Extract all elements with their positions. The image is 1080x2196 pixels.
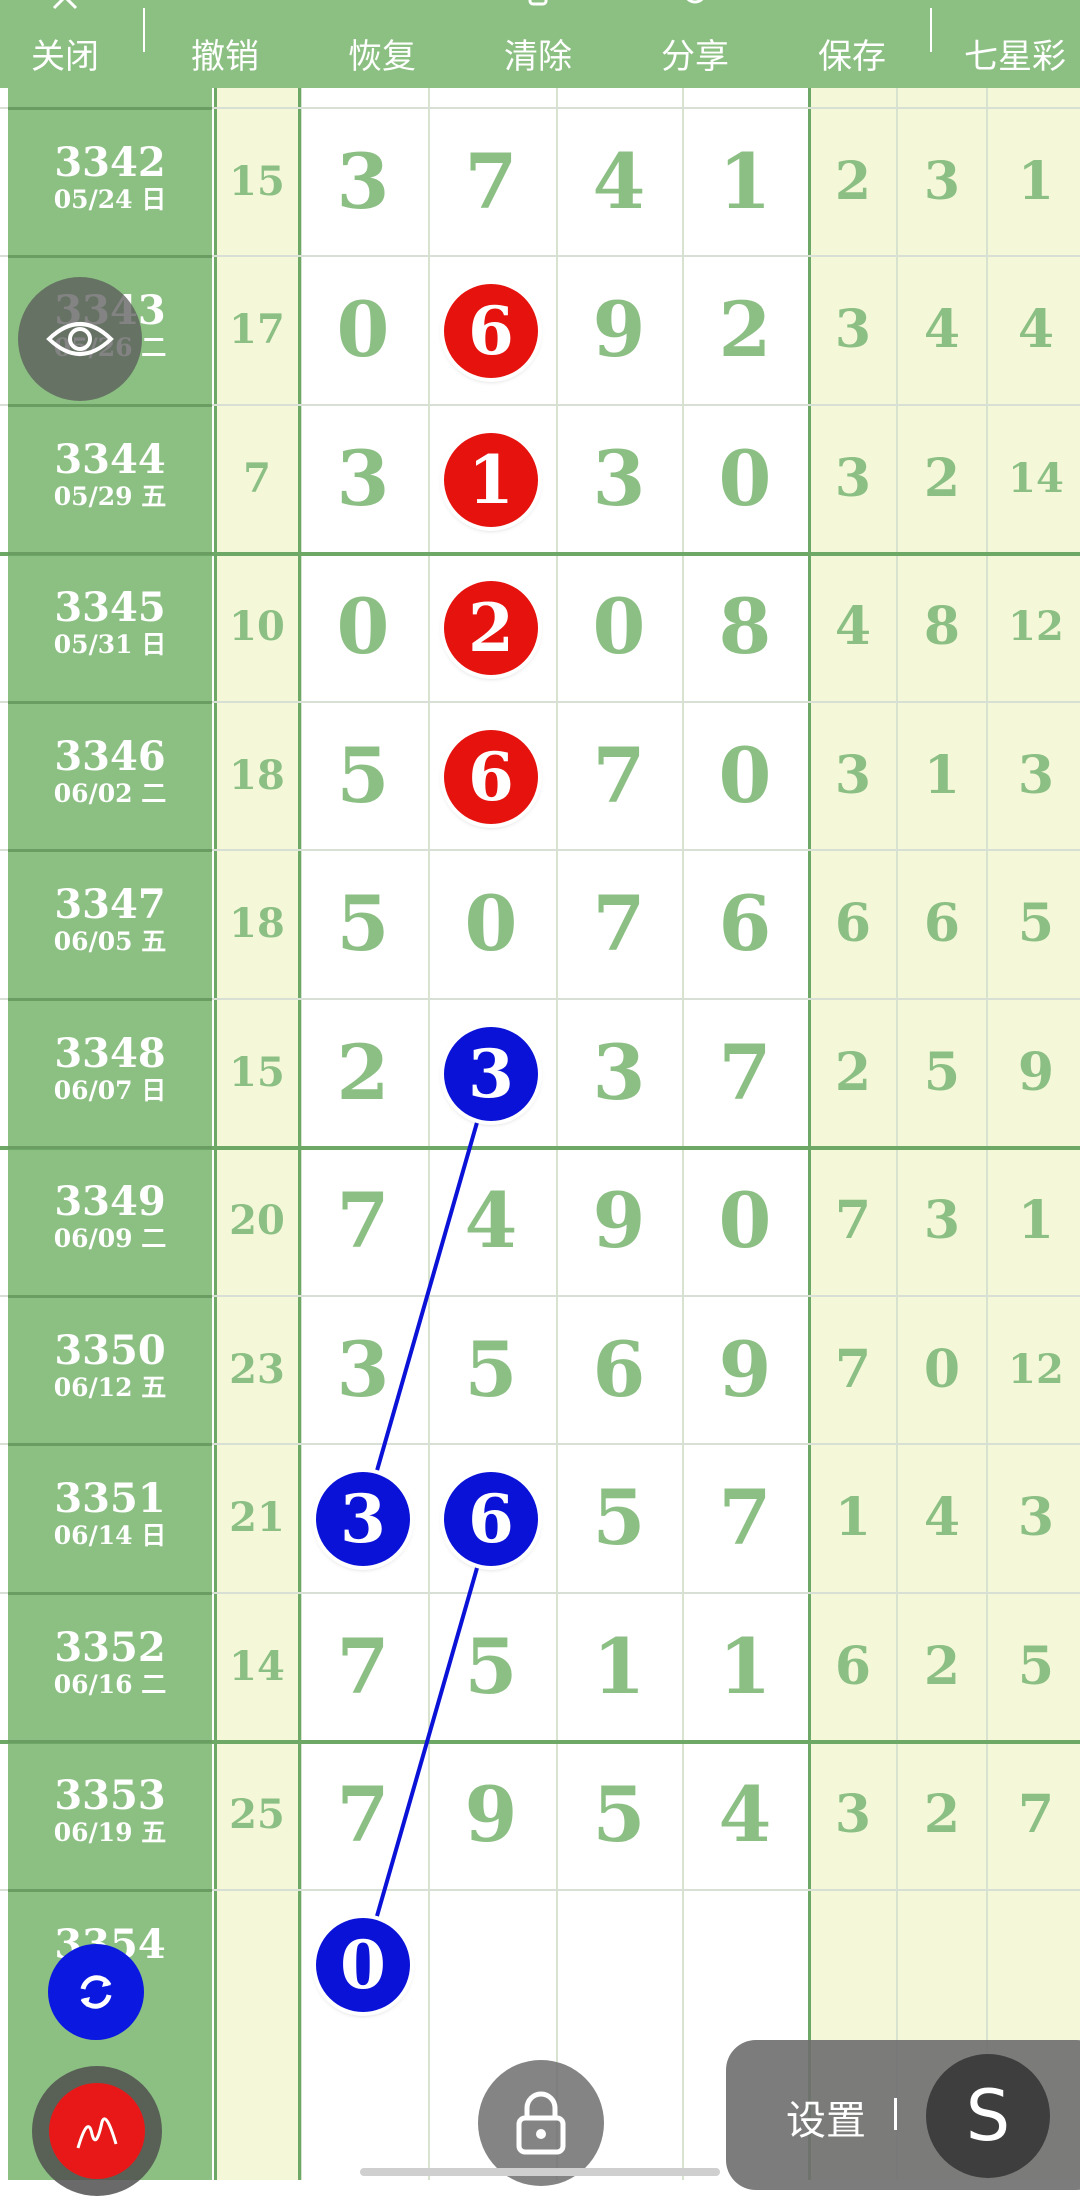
highlight-ball[interactable]: 1	[444, 433, 538, 527]
highlight-ball[interactable]: 6	[444, 284, 538, 378]
share-button[interactable]: 分享	[640, 0, 750, 88]
share-icon	[686, 0, 704, 4]
highlight-ball[interactable]: 3	[444, 1027, 538, 1121]
highlight-ball[interactable]: 6	[444, 1472, 538, 1566]
pen-icon	[76, 2117, 118, 2149]
clear-button[interactable]: 清除	[483, 0, 593, 88]
redo-label: 恢复	[348, 37, 416, 77]
redo-button[interactable]: 恢复	[327, 0, 437, 88]
highlight-ball[interactable]: 3	[316, 1472, 410, 1566]
brand-s-letter: S	[965, 2075, 1011, 2157]
toolbar-divider	[143, 8, 145, 52]
settings-panel[interactable]: 设置 S	[726, 2040, 1080, 2190]
pen-tool-inner	[49, 2083, 145, 2179]
close-label: 关闭	[31, 37, 99, 77]
trend-line	[361, 1073, 493, 1520]
highlight-ball[interactable]: 2	[444, 581, 538, 675]
toolbar-divider	[930, 8, 932, 52]
home-indicator	[360, 2168, 720, 2176]
refresh-button[interactable]	[48, 1944, 144, 2040]
lottery-label: 七星彩	[964, 37, 1066, 77]
clear-icon	[528, 0, 548, 6]
close-button[interactable]: 关闭	[0, 0, 130, 88]
highlight-ball[interactable]: 0	[316, 1918, 410, 2012]
eye-icon	[46, 322, 114, 356]
save-icon	[837, 0, 867, 12]
clear-label: 清除	[504, 37, 572, 77]
undo-icon	[210, 0, 240, 12]
close-icon	[52, 0, 78, 10]
save-button[interactable]: 保存	[797, 0, 907, 88]
lottery-selector[interactable]: 七星彩	[950, 0, 1080, 88]
refresh-icon	[80, 1975, 112, 2009]
lock-icon	[516, 2091, 566, 2155]
redo-icon	[367, 0, 397, 12]
settings-label[interactable]: 设置	[786, 2088, 866, 2146]
pen-tool-button[interactable]	[32, 2066, 162, 2196]
undo-button[interactable]: 撤销	[170, 0, 280, 88]
trend-connection-lines	[361, 1073, 493, 1966]
highlight-ball[interactable]: 6	[444, 730, 538, 824]
trend-grid: 334105/22 五334205/24 日153741231334305/26…	[0, 0, 1080, 2180]
save-label: 保存	[818, 37, 886, 77]
top-toolbar: 关闭 撤销 恢复 清除 分享 保存 七星彩	[0, 0, 1080, 88]
brand-s-button[interactable]: S	[926, 2054, 1050, 2178]
chevron-icon	[1000, 0, 1030, 12]
settings-divider	[894, 2098, 897, 2130]
eye-toggle-button[interactable]	[18, 277, 142, 401]
share-label: 分享	[661, 37, 729, 77]
undo-label: 撤销	[191, 37, 259, 77]
trend-line	[361, 1518, 493, 1966]
